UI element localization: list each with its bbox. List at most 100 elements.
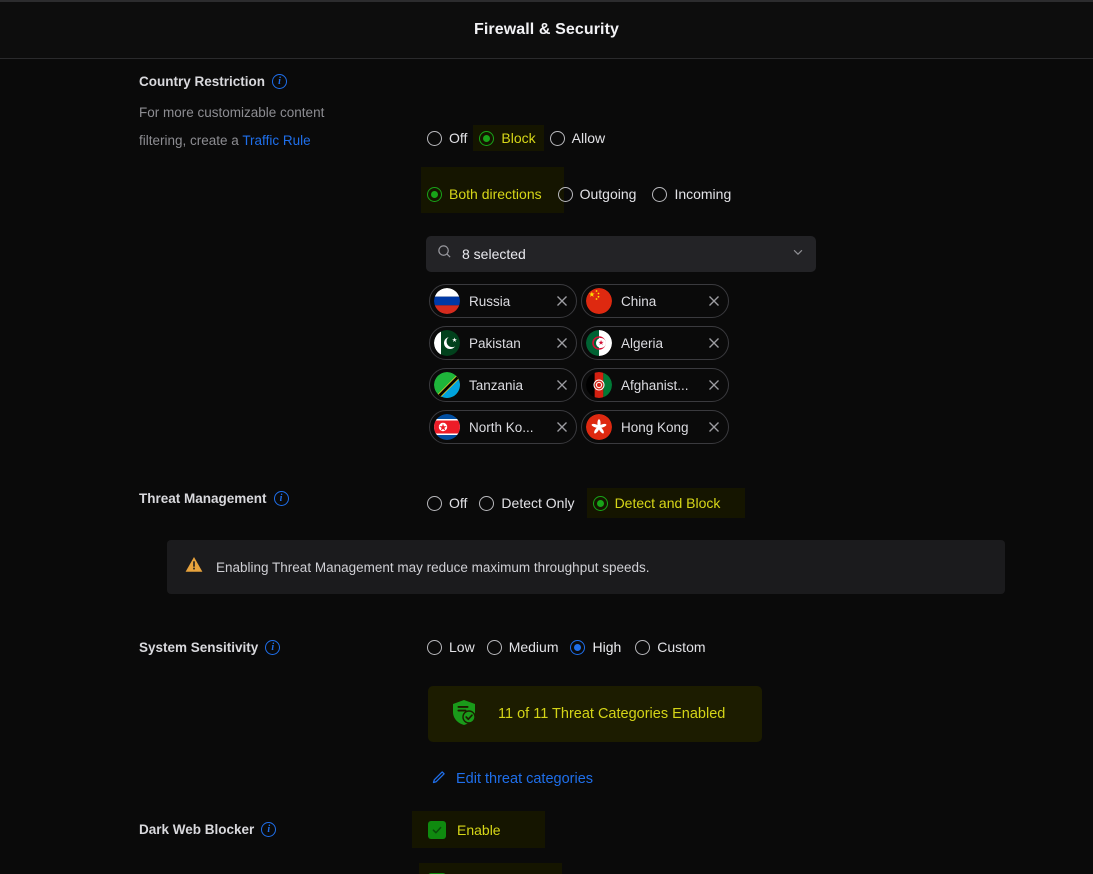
country-restriction-label: Country Restriction i xyxy=(139,74,288,89)
system-sensitivity-label: System Sensitivity i xyxy=(139,640,281,655)
close-icon[interactable] xyxy=(705,376,723,394)
radio-threat-detect-and-block[interactable]: Detect and Block xyxy=(586,488,746,518)
country-restriction-title: Country Restriction xyxy=(139,74,266,89)
pakistan-flag-icon xyxy=(434,330,460,356)
radio-indicator-allow xyxy=(549,130,565,146)
edit-threat-categories-text: Edit threat categories xyxy=(456,771,594,787)
threat-management-row: Threat Management i xyxy=(0,491,289,506)
threat-management-label-col: Threat Management i xyxy=(0,491,289,506)
radio-sensitivity-low[interactable]: Low xyxy=(427,637,481,657)
radio-country-mode-block[interactable]: Block xyxy=(473,125,544,151)
info-icon[interactable]: i xyxy=(272,74,288,89)
checkbox-checked-icon xyxy=(428,821,446,839)
country-chip-afghanistan[interactable]: Afghanist... xyxy=(581,368,729,402)
dark-web-blocker-row: Dark Web Blocker i xyxy=(0,822,277,837)
firewall-security-page: Firewall & Security Country Restriction … xyxy=(0,0,1093,874)
country-select-dropdown[interactable]: 8 selected xyxy=(426,236,816,272)
radio-sensitivity-medium[interactable]: Medium xyxy=(486,637,565,657)
dark-web-blocker-checkbox[interactable]: Enable xyxy=(428,821,501,839)
country-chip-russia[interactable]: Russia xyxy=(429,284,577,318)
radio-indicator-both-directions xyxy=(427,186,442,202)
traffic-rule-link[interactable]: Traffic Rule xyxy=(242,133,310,148)
radio-label-block: Block xyxy=(501,130,536,146)
close-icon[interactable] xyxy=(553,418,571,436)
china-flag-icon xyxy=(586,288,612,314)
search-icon xyxy=(437,244,452,264)
radio-direction-incoming[interactable]: Incoming xyxy=(652,184,737,204)
info-icon[interactable]: i xyxy=(261,822,277,837)
radio-sensitivity-high[interactable]: High xyxy=(570,637,627,657)
chevron-down-icon[interactable] xyxy=(791,245,805,264)
radio-direction-outgoing[interactable]: Outgoing xyxy=(557,184,643,204)
threat-management-title: Threat Management xyxy=(139,491,267,506)
close-icon[interactable] xyxy=(553,292,571,310)
radio-label-incoming: Incoming xyxy=(674,186,732,202)
radio-indicator-low xyxy=(427,639,442,655)
chip-label: Pakistan xyxy=(469,335,521,351)
radio-label-medium: Medium xyxy=(508,639,559,655)
radio-label-off: Off xyxy=(449,130,468,146)
dark-web-blocker-label: Dark Web Blocker i xyxy=(139,822,277,837)
close-icon[interactable] xyxy=(705,334,723,352)
radio-indicator-custom xyxy=(635,639,651,655)
description-prefix: filtering, create a xyxy=(139,133,243,148)
country-select-value: 8 selected xyxy=(462,246,526,262)
threat-management-label: Threat Management i xyxy=(139,491,289,506)
radio-indicator-block xyxy=(479,130,495,146)
radio-threat-off[interactable]: Off xyxy=(427,493,473,513)
dark-web-blocker-checkbox-label: Enable xyxy=(457,822,501,838)
chip-label: China xyxy=(621,293,657,309)
country-chip-hong-kong[interactable]: Hong Kong xyxy=(581,410,729,444)
radio-label-custom: Custom xyxy=(657,639,706,655)
country-restriction-description-line2: filtering, create a Traffic Rule xyxy=(139,127,369,155)
russia-flag-icon xyxy=(434,288,460,314)
radio-country-mode-allow[interactable]: Allow xyxy=(549,128,611,148)
radio-label-allow: Allow xyxy=(571,130,606,146)
selected-countries-list: Russia China Pakistan Algeria Tanzania A… xyxy=(429,284,829,444)
radio-indicator-detect-only xyxy=(479,495,495,511)
country-chip-tanzania[interactable]: Tanzania xyxy=(429,368,577,402)
threat-management-radiogroup: Off Detect Only Detect and Block xyxy=(427,488,746,518)
radio-indicator-off xyxy=(427,130,442,146)
close-icon[interactable] xyxy=(553,376,571,394)
radio-label-outgoing: Outgoing xyxy=(579,186,637,202)
country-restriction-mode-radiogroup: Off Block Allow xyxy=(427,125,611,151)
edit-threat-categories-link[interactable]: Edit threat categories xyxy=(431,769,593,789)
chip-label: Hong Kong xyxy=(621,419,689,435)
radio-indicator-incoming xyxy=(652,186,668,202)
chip-label: Tanzania xyxy=(469,377,524,393)
close-icon[interactable] xyxy=(705,292,723,310)
radio-label-low: Low xyxy=(449,639,475,655)
warning-triangle-icon xyxy=(185,556,203,578)
country-chip-algeria[interactable]: Algeria xyxy=(581,326,729,360)
radio-country-mode-off[interactable]: Off xyxy=(427,128,473,148)
info-icon[interactable]: i xyxy=(273,491,289,506)
radio-indicator-threat-off xyxy=(427,495,442,511)
close-icon[interactable] xyxy=(705,418,723,436)
country-chip-north-korea[interactable]: North Ko... xyxy=(429,410,577,444)
country-restriction-description-line1: For more customizable content xyxy=(139,105,325,120)
algeria-flag-icon xyxy=(586,330,612,356)
dark-web-blocker-label-col: Dark Web Blocker i xyxy=(0,822,277,837)
country-restriction-direction-radiogroup: Both directions Outgoing Incoming xyxy=(427,184,737,204)
threat-management-warning: Enabling Threat Management may reduce ma… xyxy=(167,540,1005,594)
hong-kong-flag-icon xyxy=(586,414,612,440)
country-restriction-label-col: Country Restriction i For more customiza… xyxy=(0,74,324,155)
threat-categories-text: 11 of 11 Threat Categories Enabled xyxy=(498,706,726,722)
radio-threat-detect-only[interactable]: Detect Only xyxy=(479,493,580,513)
radio-sensitivity-custom[interactable]: Custom xyxy=(635,637,711,657)
radio-label-both-directions: Both directions xyxy=(449,186,542,202)
threat-categories-badge[interactable]: 11 of 11 Threat Categories Enabled xyxy=(428,686,762,742)
radio-indicator-detect-and-block xyxy=(592,495,608,511)
country-restriction-row: Country Restriction i For more customiza… xyxy=(0,74,324,155)
country-chip-pakistan[interactable]: Pakistan xyxy=(429,326,577,360)
close-icon[interactable] xyxy=(553,334,571,352)
radio-label-threat-off: Off xyxy=(449,495,468,511)
system-sensitivity-row: System Sensitivity i xyxy=(0,640,281,655)
country-restriction-description: For more customizable content filtering,… xyxy=(139,99,369,155)
pencil-icon xyxy=(431,769,447,789)
country-chip-china[interactable]: China xyxy=(581,284,729,318)
radio-direction-both[interactable]: Both directions xyxy=(427,184,548,204)
info-icon[interactable]: i xyxy=(265,640,281,655)
dark-web-blocker-title: Dark Web Blocker xyxy=(139,822,255,837)
